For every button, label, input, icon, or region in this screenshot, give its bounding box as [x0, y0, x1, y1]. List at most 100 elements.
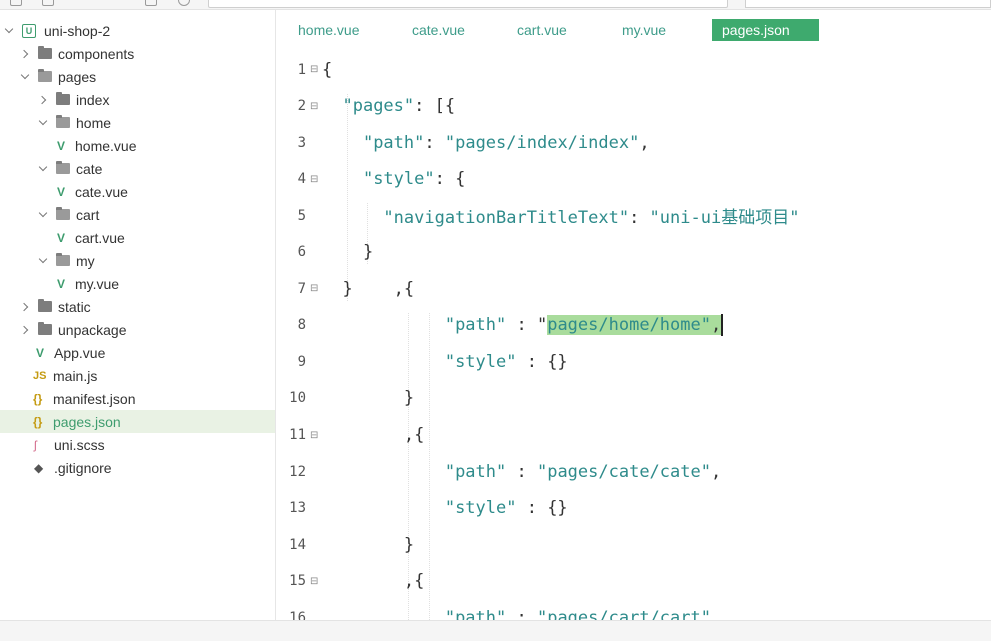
code-text: "path" : "pages/cate/cate", — [444, 461, 722, 482]
code-line[interactable]: 3 "path": "pages/index/index", — [276, 124, 991, 161]
code-text: "path" : "pages/cart/cart", — [444, 607, 722, 620]
tree-item-index[interactable]: index — [0, 88, 275, 111]
code-text: "pages": [{ — [342, 96, 456, 117]
address-bar[interactable] — [208, 0, 728, 8]
tree-item-label: cart.vue — [75, 229, 125, 246]
code-line[interactable]: 8 "path" : "pages/home/home", — [276, 307, 991, 344]
toolbar-icon[interactable] — [10, 0, 22, 6]
code-line[interactable]: 7 ⊟ } ,{ — [276, 270, 991, 307]
tree-item-cate-vue[interactable]: Vcate.vue — [0, 180, 275, 203]
search-input[interactable] — [745, 0, 991, 8]
code-text: } — [322, 388, 415, 409]
tree-item-main-js[interactable]: JS main.js — [0, 364, 275, 387]
run-icon[interactable] — [178, 0, 190, 6]
code-text: ,{ — [322, 571, 425, 592]
code-line[interactable]: 15 ⊟ ,{ — [276, 563, 991, 600]
line-number: 1 — [297, 61, 306, 78]
scss-file-icon: ʃ — [34, 437, 37, 452]
chevron-right-icon[interactable] — [20, 302, 30, 312]
code-line[interactable]: 11 ⊟ ,{ — [276, 417, 991, 454]
code-text: "style": { — [362, 169, 466, 190]
line-number: 6 — [297, 244, 306, 261]
fold-toggle-icon[interactable]: ⊟ — [310, 283, 318, 294]
tree-item-pages-json[interactable]: {} pages.json — [0, 410, 275, 433]
code-line[interactable]: 13 "style" : {} — [276, 490, 991, 527]
tree-item-static[interactable]: static — [0, 295, 275, 318]
code-line[interactable]: 12 "path" : "pages/cate/cate", — [276, 453, 991, 490]
text-cursor — [721, 314, 723, 337]
tree-item-pages[interactable]: pages — [0, 65, 275, 88]
folder-icon — [38, 46, 52, 59]
code-text: ,{ — [322, 425, 425, 445]
fold-toggle-icon[interactable]: ⊟ — [310, 174, 318, 185]
tree-item-label: uni-shop-2 — [44, 22, 111, 39]
tree-item-uni-shop-2[interactable]: Uuni-shop-2 — [0, 19, 275, 42]
tab-cart-vue[interactable]: cart.vue — [517, 19, 567, 41]
line-number: 13 — [289, 500, 306, 517]
tree-item-gitignore[interactable]: ◆ .gitignore — [0, 456, 275, 479]
folder-open-icon — [56, 161, 70, 174]
tree-item-manifest-json[interactable]: {} manifest.json — [0, 387, 275, 410]
tree-item-unpackage[interactable]: unpackage — [0, 318, 275, 341]
chevron-down-icon[interactable] — [4, 26, 14, 36]
folder-icon — [56, 92, 70, 105]
json-file-icon: {} — [33, 391, 43, 406]
tab-my-vue[interactable]: my.vue — [622, 19, 666, 41]
tree-item-home[interactable]: home — [0, 111, 275, 134]
code-editor[interactable]: 1 ⊟ {2 ⊟ "pages": [{3 "path": "pages/index/… — [276, 48, 991, 620]
star-icon[interactable] — [145, 0, 157, 6]
code-line[interactable]: 2 ⊟ "pages": [{ — [276, 88, 991, 125]
toolbar-icon[interactable] — [42, 0, 54, 6]
line-number: 3 — [297, 134, 306, 151]
tab-pages-json[interactable]: pages.json — [712, 19, 819, 41]
line-number: 9 — [297, 353, 306, 370]
tree-item-cate[interactable]: cate — [0, 157, 275, 180]
git-file-icon: ◆ — [34, 460, 44, 475]
chevron-down-icon[interactable] — [38, 118, 48, 128]
fold-toggle-icon[interactable]: ⊟ — [310, 576, 318, 587]
line-number: 5 — [297, 207, 306, 224]
chevron-down-icon[interactable] — [20, 72, 30, 82]
vue-file-icon: V — [35, 345, 44, 360]
code-line[interactable]: 9 "style" : {} — [276, 343, 991, 380]
code-line[interactable]: 10 } — [276, 380, 991, 417]
code-text: { — [322, 59, 333, 80]
code-line[interactable]: 1 ⊟ { — [276, 51, 991, 88]
chevron-down-icon[interactable] — [38, 164, 48, 174]
tree-item-components[interactable]: components — [0, 42, 275, 65]
code-text: } ,{ — [322, 278, 415, 299]
tree-item-home-vue[interactable]: Vhome.vue — [0, 134, 275, 157]
code-text: "navigationBarTitleText": "uni-ui基础项目" — [383, 208, 800, 229]
chevron-right-icon[interactable] — [20, 49, 30, 59]
fold-toggle-icon[interactable]: ⊟ — [310, 430, 318, 441]
tab-home-vue[interactable]: home.vue — [298, 19, 359, 41]
project-explorer: Uuni-shop-2 components pages index home Vhome… — [0, 10, 276, 620]
fold-toggle-icon[interactable]: ⊟ — [310, 101, 318, 112]
chevron-down-icon[interactable] — [38, 256, 48, 266]
code-line[interactable]: 6 } — [276, 234, 991, 271]
chevron-right-icon[interactable] — [20, 325, 30, 335]
line-number: 10 — [289, 390, 306, 407]
chevron-right-icon[interactable] — [38, 95, 48, 105]
tree-item-cart-vue[interactable]: Vcart.vue — [0, 226, 275, 249]
tree-item-label: home.vue — [75, 137, 137, 154]
code-line[interactable]: 5 "navigationBarTitleText": "uni-ui基础项目" — [276, 197, 991, 234]
fold-toggle-icon[interactable]: ⊟ — [310, 64, 318, 75]
tree-item-my-vue[interactable]: Vmy.vue — [0, 272, 275, 295]
json-file-icon: {} — [33, 414, 43, 429]
code-line[interactable]: 4 ⊟ "style": { — [276, 161, 991, 198]
tree-item-label: my — [76, 252, 95, 269]
folder-open-icon — [56, 253, 70, 266]
tree-item-label: static — [58, 298, 91, 315]
tab-cate-vue[interactable]: cate.vue — [412, 19, 465, 41]
line-number: 11 — [289, 427, 306, 443]
chevron-down-icon[interactable] — [38, 210, 48, 220]
code-line[interactable]: 16 "path" : "pages/cart/cart", — [276, 599, 991, 620]
code-text: "style" : {} — [444, 351, 568, 372]
tree-item-my[interactable]: my — [0, 249, 275, 272]
tree-item-uni-scss[interactable]: ʃ uni.scss — [0, 433, 275, 456]
tree-item-label: App.vue — [54, 344, 106, 361]
tree-item-app-vue[interactable]: V App.vue — [0, 341, 275, 364]
tree-item-cart[interactable]: cart — [0, 203, 275, 226]
code-line[interactable]: 14 } — [276, 526, 991, 563]
